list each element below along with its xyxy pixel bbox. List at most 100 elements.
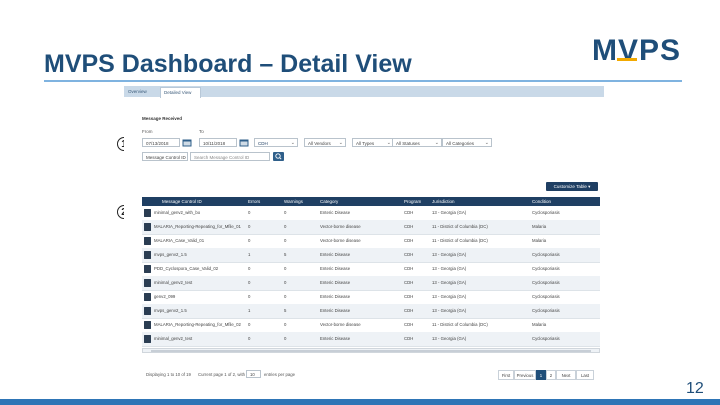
table-cell: Vector-borne disease xyxy=(320,322,361,327)
table-cell: Cyclosporiasis xyxy=(532,294,560,299)
category-select[interactable]: All Categories ⌄ xyxy=(442,138,492,147)
per-page-select[interactable]: 10 xyxy=(246,370,261,378)
table-cell: Malaria xyxy=(532,322,547,327)
table-cell: MALARIA_Case_Valid_01 xyxy=(154,238,205,243)
file-icon[interactable] xyxy=(144,279,151,287)
table-row[interactable]: mvps_genv2_1.5 1 5 Enteric Disease CDH 13 - G… xyxy=(142,248,600,263)
table-cell: 0 xyxy=(248,224,251,229)
search-button[interactable] xyxy=(273,152,284,161)
table-cell: Malaria xyxy=(532,224,547,229)
column-header[interactable]: Message Control ID xyxy=(162,197,202,206)
table-cell: minimal_genv2_test xyxy=(154,336,193,341)
table-cell: Vector-borne disease xyxy=(320,224,361,229)
file-icon[interactable] xyxy=(144,237,151,245)
from-date-input[interactable]: 07/13/2018 xyxy=(142,138,180,147)
page-number: 12 xyxy=(686,380,704,397)
table-cell: Malaria xyxy=(532,238,547,243)
pagination-next[interactable]: Next xyxy=(556,370,576,380)
table-cell: 11 - District of Columbia (DC) xyxy=(432,322,488,327)
calendar-icon[interactable] xyxy=(182,138,192,147)
table-cell: 0 xyxy=(284,238,287,243)
program-select[interactable]: CDH ⌄ xyxy=(254,138,298,147)
table-row[interactable]: MALARIA_Reporting-Repeating_for_Mfile_01… xyxy=(142,220,600,235)
file-icon[interactable] xyxy=(144,307,151,315)
column-header[interactable]: Category xyxy=(320,197,338,206)
to-date-input[interactable]: 10/11/2018 xyxy=(199,138,237,147)
table-cell: 0 xyxy=(248,280,251,285)
table-cell: Enteric Disease xyxy=(320,336,351,341)
file-icon[interactable] xyxy=(144,293,151,301)
column-header[interactable]: Errors xyxy=(248,197,260,206)
table-cell: 11 - District of Columbia (DC) xyxy=(432,224,488,229)
to-label: To xyxy=(199,129,204,134)
column-header[interactable]: Program xyxy=(404,197,421,206)
table-cell: CDH xyxy=(404,238,414,243)
column-header[interactable]: Jurisdiction xyxy=(432,197,455,206)
table-row[interactable]: MALARIA_Case_Valid_01 0 0 Vector-borne dise… xyxy=(142,234,600,249)
table-cell: minimal_genv2_with_bo xyxy=(154,210,201,215)
file-icon[interactable] xyxy=(144,335,151,343)
pagination-page-1[interactable]: 1 xyxy=(536,370,546,380)
entries-per-page-label: entries per page xyxy=(264,372,296,377)
pagination-first[interactable]: First xyxy=(498,370,514,380)
chevron-down-icon: ⌄ xyxy=(338,140,343,146)
table-cell: 11 - District of Columbia (DC) xyxy=(432,238,488,243)
pagination-previous[interactable]: Previous xyxy=(514,370,536,380)
table-cell: 0 xyxy=(284,280,287,285)
scrollbar-thumb[interactable] xyxy=(151,350,591,352)
search-icon xyxy=(275,153,282,160)
customize-table-button[interactable]: Customize Table ▾ xyxy=(546,182,598,191)
table-row[interactable]: MALARIA_Reporting-Repeating_for_Mfile_02… xyxy=(142,318,600,333)
tab-detailed-view[interactable]: Detailed View xyxy=(160,87,201,98)
page-info: Current page 1 of 2, with xyxy=(198,372,246,377)
table-row[interactable]: PDD_Cyclospora_Case_Valid_02 0 0 Enteric Di… xyxy=(142,262,600,277)
table-cell: CDH xyxy=(404,280,414,285)
table-cell: CDH xyxy=(404,308,414,313)
table-cell: Cyclosporiasis xyxy=(532,336,560,341)
table-row[interactable]: minimal_genv2_test 0 0 Enteric Disease CDH 13… xyxy=(142,276,600,291)
table-row[interactable]: minimal_genv2_test 0 0 Enteric Disease CDH 13… xyxy=(142,332,600,347)
table-cell: 13 - Georgia (GA) xyxy=(432,252,467,257)
table-cell: mvps_genv2_1.5 xyxy=(154,308,187,313)
file-icon[interactable] xyxy=(144,321,151,329)
table-row[interactable]: minimal_genv2_with_bo 0 0 Enteric Disease CD… xyxy=(142,206,600,221)
table-cell: 0 xyxy=(284,322,287,327)
footer-bar xyxy=(0,399,720,405)
column-header[interactable]: Condition xyxy=(532,197,551,206)
search-input[interactable]: Search Message Control ID xyxy=(190,152,270,161)
column-header[interactable]: Warnings xyxy=(284,197,303,206)
slide-title: MVPS Dashboard – Detail View xyxy=(44,50,412,78)
calendar-icon[interactable] xyxy=(239,138,249,147)
table-cell: 0 xyxy=(248,210,251,215)
type-select-value: All Types xyxy=(356,141,375,146)
file-icon[interactable] xyxy=(144,265,151,273)
pagination-last[interactable]: Last xyxy=(576,370,594,380)
horizontal-scrollbar[interactable] xyxy=(142,348,600,353)
per-page-value: 10 xyxy=(250,372,255,377)
table-cell: 13 - Georgia (GA) xyxy=(432,266,467,271)
vendor-select[interactable]: All Vendors ⌄ xyxy=(304,138,346,147)
table-cell: CDH xyxy=(404,322,414,327)
file-icon[interactable] xyxy=(144,209,151,217)
table-cell: Cyclosporiasis xyxy=(532,266,560,271)
table-cell: genv2_099 xyxy=(154,294,176,299)
table-cell: minimal_genv2_test xyxy=(154,280,193,285)
table-cell: 5 xyxy=(284,252,287,257)
table-cell: 0 xyxy=(284,266,287,271)
type-select[interactable]: All Types ⌄ xyxy=(352,138,394,147)
table-cell: 1 xyxy=(248,308,251,313)
table-cell: Cyclosporiasis xyxy=(532,252,560,257)
table-cell: Vector-borne disease xyxy=(320,238,361,243)
tab-overview[interactable]: Overview xyxy=(128,87,158,97)
logo-accent-bar xyxy=(617,58,637,61)
filter-section-label: Message Received xyxy=(142,116,183,121)
table-cell: 13 - Georgia (GA) xyxy=(432,336,467,341)
file-icon[interactable] xyxy=(144,223,151,231)
file-icon[interactable] xyxy=(144,251,151,259)
table-cell: Enteric Disease xyxy=(320,210,351,215)
status-select[interactable]: All Statuses ⌄ xyxy=(392,138,442,147)
id-type-select[interactable]: Message Control ID xyxy=(142,152,188,161)
table-row[interactable]: mvps_genv2_1.5 1 5 Enteric Disease CDH 13 - G… xyxy=(142,304,600,319)
table-row[interactable]: genv2_099 0 0 Enteric Disease CDH 13 - Georgi… xyxy=(142,290,600,305)
pagination-page-2[interactable]: 2 xyxy=(546,370,556,380)
